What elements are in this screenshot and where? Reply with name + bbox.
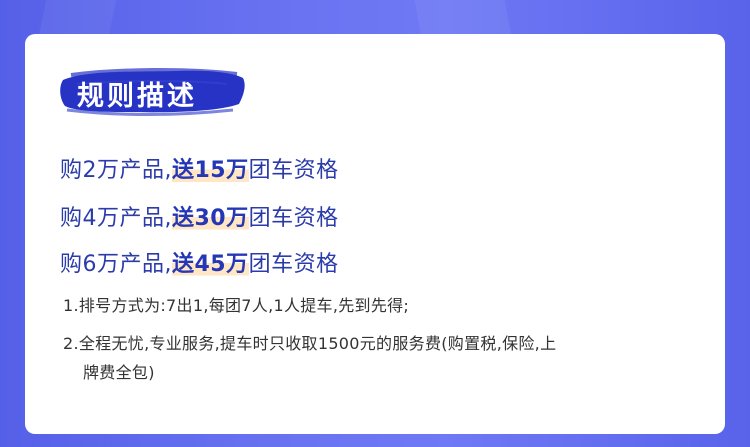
rule-suffix: 团车资格 xyxy=(248,252,339,277)
note-text-continued: 牌费全包) xyxy=(83,363,155,382)
rule-emphasis: 送45万 xyxy=(172,252,249,277)
rule-line: 购6万产品,送45万团车资格 xyxy=(60,246,339,278)
rule-suffix: 团车资格 xyxy=(248,158,339,183)
rules-card: 规则描述 购2万产品,送15万团车资格 购4万产品,送30万团车资格 购6万产品… xyxy=(25,34,725,434)
rule-prefix: 购4万产品, xyxy=(60,206,172,231)
section-title-badge: 规则描述 xyxy=(57,66,247,116)
rule-emphasis: 送30万 xyxy=(172,206,249,231)
rule-suffix: 团车资格 xyxy=(248,206,339,231)
rule-emphasis: 送15万 xyxy=(172,158,249,183)
note-text: 2.全程无忧,专业服务,提车时只收取1500元的服务费(购置税,保险,上 xyxy=(63,334,557,353)
section-title: 规则描述 xyxy=(77,81,197,112)
note-item: 1.排号方式为:7出1,每团7人,1人提车,先到先得; xyxy=(63,291,703,320)
note-item: 2.全程无忧,专业服务,提车时只收取1500元的服务费(购置税,保险,上 牌费全… xyxy=(63,329,703,387)
rule-prefix: 购2万产品, xyxy=(60,158,172,183)
note-text: 1.排号方式为:7出1,每团7人,1人提车,先到先得; xyxy=(63,296,410,315)
rule-prefix: 购6万产品, xyxy=(60,252,172,277)
rule-line: 购2万产品,送15万团车资格 xyxy=(60,152,339,184)
rule-line: 购4万产品,送30万团车资格 xyxy=(60,200,339,232)
